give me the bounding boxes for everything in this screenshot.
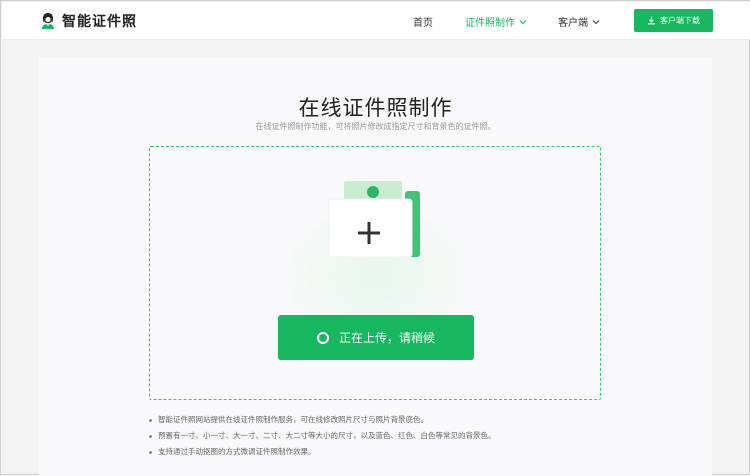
bullet-dot	[149, 450, 152, 454]
page-title: 在线证件照制作	[298, 96, 453, 120]
bullet-dot	[149, 418, 152, 422]
top-header: 智能证件照 首页 证件照制作 客户端 客户端下载	[2, 2, 750, 40]
feature-notes: 智能证件照网站提供在线证件照制作服务，可在线修改照片尺寸与照片背景底色。 预置有…	[149, 412, 496, 460]
list-item: 智能证件照网站提供在线证件照制作服务，可在线修改照片尺寸与照片背景底色。	[149, 412, 496, 428]
person-avatar-icon	[42, 13, 54, 29]
note-text: 预置有一寸、小一寸、大一寸、二寸、大二寸等大小的尺寸，以及蓝色、红色、白色等常见…	[158, 431, 496, 440]
main-panel: 在线证件照制作 在线证件照制作功能，可将照片修改成指定尺寸和背景色的证件照。 正	[39, 58, 712, 476]
site-logo[interactable]: 智能证件照	[40, 11, 137, 31]
list-item: 支持通过手动抠图的方式微调证件照制作效果。	[149, 444, 496, 460]
chevron-down-icon	[592, 19, 600, 24]
client-download-label: 客户端下载	[660, 16, 700, 25]
bullet-dot	[149, 434, 152, 438]
client-download-button[interactable]: 客户端下载	[634, 9, 713, 32]
logo-text: 智能证件照	[62, 14, 137, 30]
page-subtitle: 在线证件照制作功能，可将照片修改成指定尺寸和背景色的证件照。	[255, 122, 496, 131]
nav-id-photo-maker[interactable]: 证件照制作	[465, 14, 527, 29]
upload-dropzone[interactable]: 正在上传，请稍候	[149, 146, 601, 400]
upload-progress-label: 正在上传，请稍候	[338, 331, 435, 345]
nav-client[interactable]: 客户端	[558, 14, 600, 29]
download-icon	[648, 16, 655, 25]
app-window: 智能证件照 首页 证件照制作 客户端 客户端下载 在线证件照制作 在线证件照制作…	[0, 0, 750, 476]
nav-id-photo-maker-label: 证件照制作	[465, 18, 515, 29]
plus-icon	[358, 222, 380, 244]
nav-home-label: 首页	[413, 18, 433, 29]
note-text: 智能证件照网站提供在线证件照制作服务，可在线修改照片尺寸与照片背景底色。	[158, 415, 428, 424]
upload-progress-button[interactable]: 正在上传，请稍候	[278, 315, 474, 360]
note-text: 支持通过手动抠图的方式微调证件照制作效果。	[158, 447, 316, 456]
list-item: 预置有一寸、小一寸、大一寸、二寸、大二寸等大小的尺寸，以及蓝色、红色、白色等常见…	[149, 428, 496, 444]
spinner-icon	[316, 331, 329, 344]
nav-client-label: 客户端	[558, 18, 588, 29]
chevron-down-icon	[519, 19, 527, 24]
nav-home[interactable]: 首页	[413, 14, 433, 29]
